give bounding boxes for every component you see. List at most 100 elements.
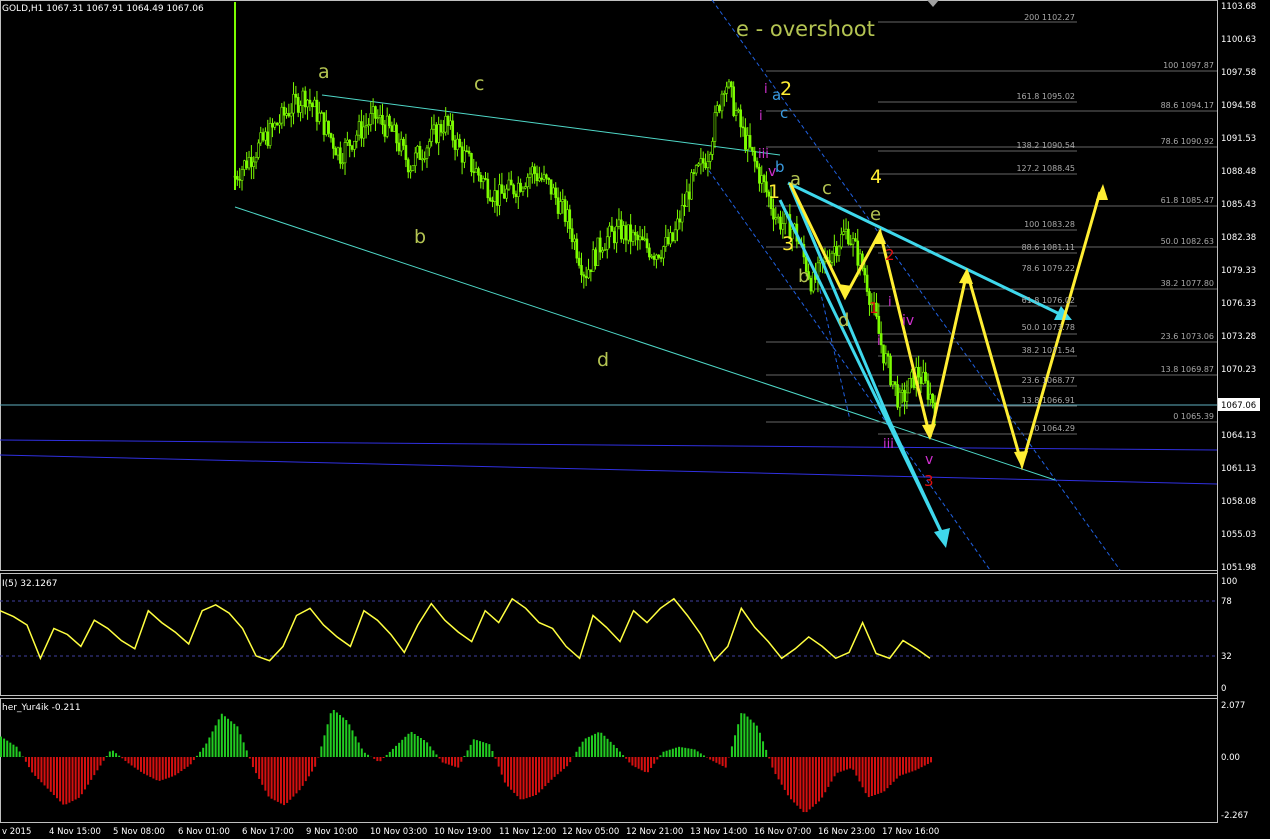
histogram-bar-up xyxy=(242,742,245,757)
candle-body xyxy=(732,86,735,116)
histogram-bar-down xyxy=(80,757,83,795)
histogram-bar-down xyxy=(314,757,317,767)
candle-body xyxy=(240,169,244,181)
histogram-bar-down xyxy=(83,757,86,790)
candle-body xyxy=(285,113,288,116)
histogram-bar-down xyxy=(373,757,376,759)
histogram-bar-down xyxy=(814,757,817,805)
candle-body xyxy=(538,177,541,182)
histogram-bar-down xyxy=(286,757,289,803)
histogram-bar-up xyxy=(407,733,410,757)
histogram-bar-down xyxy=(917,757,920,769)
candle-body xyxy=(683,204,686,207)
candle-body xyxy=(840,233,843,248)
histogram-bar-down xyxy=(842,757,845,771)
price-axis-label: 1088.48 xyxy=(1221,167,1256,177)
triangle-lower-line xyxy=(234,206,1056,481)
histogram-bar-down xyxy=(301,757,304,786)
candle-body xyxy=(650,255,654,258)
histogram-bar-up xyxy=(740,713,743,757)
candle-body xyxy=(531,166,534,175)
histogram-bar-down xyxy=(562,757,565,769)
candle-body xyxy=(659,257,663,259)
histogram-bar-down xyxy=(500,757,503,775)
histogram-bar-down xyxy=(65,757,68,805)
blue-trendline-2 xyxy=(0,454,1218,485)
candle-body xyxy=(406,159,410,173)
candle-body xyxy=(247,156,251,169)
histogram-bar-up xyxy=(584,738,587,757)
candle-body xyxy=(465,150,469,153)
candle-body xyxy=(877,315,881,334)
candle-body xyxy=(591,249,595,272)
histogram-bar-down xyxy=(637,757,640,769)
candle-body xyxy=(444,115,448,133)
histogram-bar-down xyxy=(790,757,793,800)
candle-body xyxy=(926,380,930,400)
candle-body xyxy=(343,142,347,164)
histogram-bar-up xyxy=(410,731,413,757)
candle-body xyxy=(378,114,382,119)
candle-body xyxy=(865,274,869,292)
candle-body xyxy=(446,115,450,126)
chart-shift-marker[interactable] xyxy=(927,0,939,7)
candle-body xyxy=(296,97,300,113)
wave-label: v xyxy=(768,164,776,180)
candle-body xyxy=(598,237,602,253)
candle-body xyxy=(254,157,258,163)
histogram-bar-up xyxy=(199,751,202,757)
histogram-bar-down xyxy=(634,757,637,768)
candle-body xyxy=(809,278,813,292)
candle-body xyxy=(493,190,497,202)
wave-label: i xyxy=(888,295,892,310)
histogram-bar-up xyxy=(391,748,394,757)
histogram-bar-down xyxy=(31,757,34,773)
histogram-bar-down xyxy=(192,757,195,761)
histogram-bar-down xyxy=(650,757,653,768)
candle-body xyxy=(563,199,567,222)
histogram-bar-down xyxy=(24,757,27,762)
price-axis-label: 1091.53 xyxy=(1221,134,1256,144)
fib-label: 13.8 1066.91 xyxy=(1022,396,1075,405)
candle-body xyxy=(725,86,728,94)
histogram-bar-down xyxy=(867,757,870,798)
histogram-bar-down xyxy=(295,757,298,794)
candle-body xyxy=(701,158,705,164)
histogram-bar-down xyxy=(531,757,534,797)
trading-chart: 200 1102.27 100 1097.87 161.8 1095.02 88… xyxy=(0,0,1260,837)
candle-body xyxy=(772,208,775,220)
candle-body xyxy=(685,191,689,207)
wave-label: 2 xyxy=(885,246,895,264)
histogram-bar-up xyxy=(597,732,600,757)
histogram-bar-up xyxy=(758,732,761,757)
histogram-bar-up xyxy=(734,735,737,757)
candle-body xyxy=(360,121,363,139)
candle-body xyxy=(898,391,902,408)
candle-body xyxy=(755,160,759,168)
price-axis-label: 1070.23 xyxy=(1221,365,1256,375)
candle-body xyxy=(753,150,757,162)
histogram-bar-down xyxy=(780,757,783,785)
candle-body xyxy=(615,226,618,244)
histogram-bar-down xyxy=(883,757,886,792)
candle-body xyxy=(442,131,445,134)
candle-body xyxy=(481,178,485,183)
candle-body xyxy=(708,154,712,162)
candle-body xyxy=(257,142,260,158)
candle-body xyxy=(856,240,860,266)
candle-body xyxy=(353,140,356,150)
histogram-bar-down xyxy=(525,757,528,799)
rsi-panel-frame xyxy=(0,573,1218,696)
histogram-bar-up xyxy=(615,748,618,757)
histogram-bar-up xyxy=(230,721,233,757)
histogram-bar-down xyxy=(513,757,516,793)
histogram-bar-up xyxy=(236,726,239,757)
candle-body xyxy=(835,246,838,256)
histogram-bar-up xyxy=(3,738,6,757)
histogram-bar-up xyxy=(111,750,114,757)
histogram-bar-down xyxy=(768,757,771,759)
histogram-bar-up xyxy=(702,755,705,757)
candle-body xyxy=(589,269,593,272)
candle-body xyxy=(596,237,600,267)
fib-label: 78.6 1090.92 xyxy=(1161,137,1214,146)
